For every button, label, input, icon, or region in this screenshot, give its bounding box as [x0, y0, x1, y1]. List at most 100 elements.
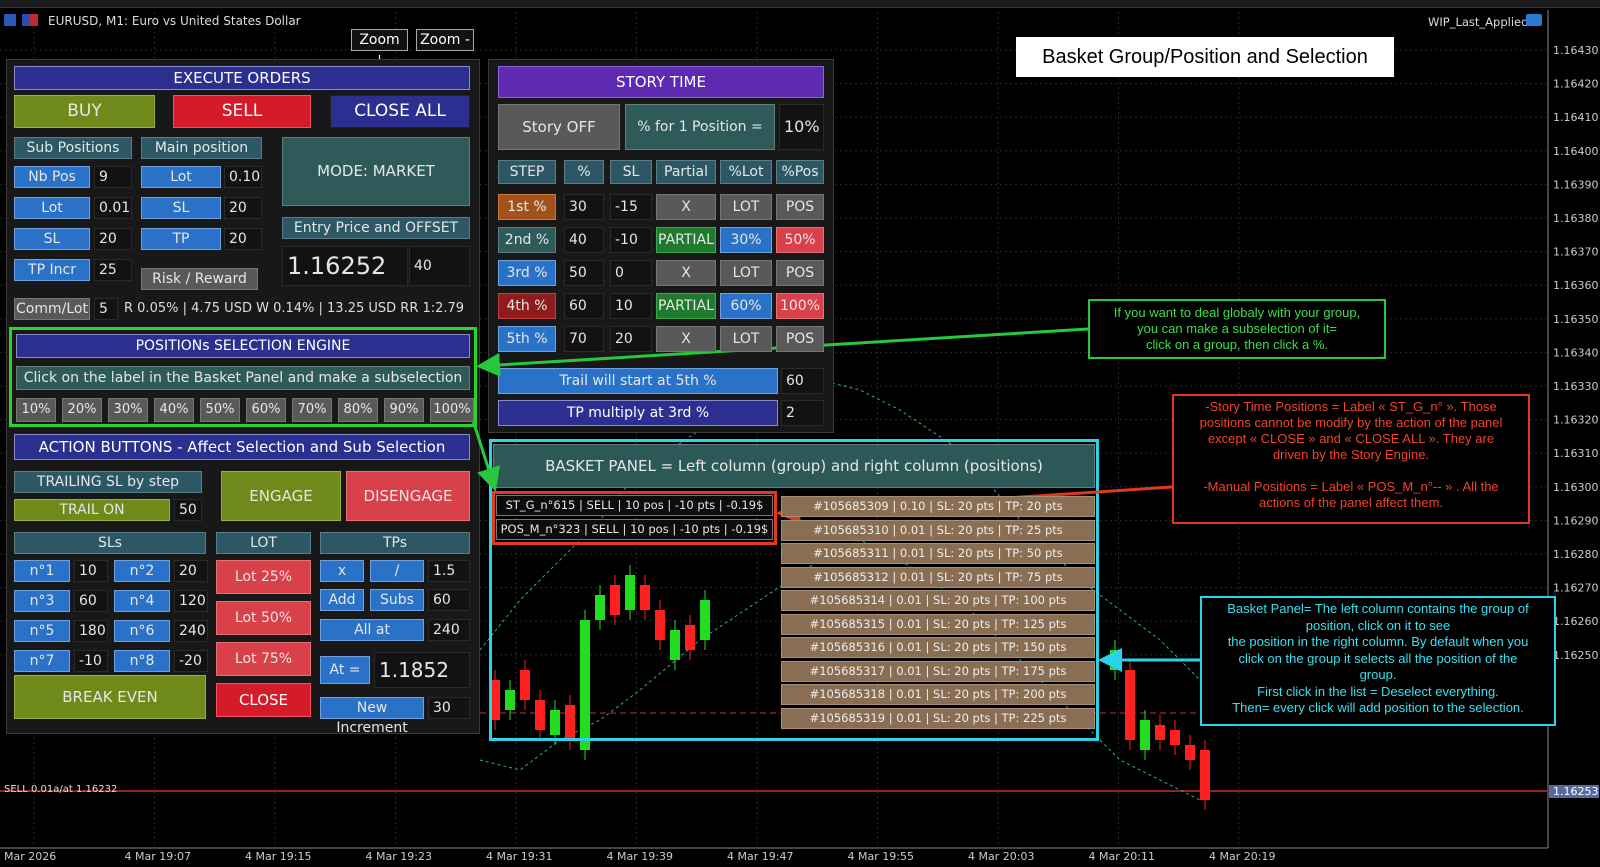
tp-step-input[interactable]: 60: [428, 589, 470, 611]
sl-preset-7[interactable]: n°7: [14, 650, 70, 672]
story-partial-4[interactable]: PARTIAL: [656, 293, 716, 319]
tp-all-at-button[interactable]: All at: [320, 619, 424, 641]
tp-all-at-input[interactable]: 240: [428, 619, 470, 641]
percent-button-100[interactable]: 100%: [430, 398, 474, 422]
sl-preset-6[interactable]: n°6: [114, 620, 170, 642]
sub-sl-input[interactable]: 20: [94, 228, 132, 250]
sl-preset-value-4[interactable]: 120: [174, 590, 208, 612]
story-step-5[interactable]: 5th %: [498, 326, 556, 352]
close-all-button[interactable]: CLOSE ALL: [330, 95, 470, 128]
tp-multiply-button[interactable]: x: [320, 560, 364, 582]
sl-preset-value-8[interactable]: -20: [174, 650, 208, 672]
story-sl-5[interactable]: 20: [610, 326, 652, 352]
sl-preset-8[interactable]: n°8: [114, 650, 170, 672]
story-lot-5[interactable]: LOT: [720, 326, 772, 352]
story-sl-2[interactable]: -10: [610, 227, 652, 253]
percent-button-60[interactable]: 60%: [246, 398, 286, 422]
basket-position-item[interactable]: #105685312 | 0.01 | SL: 20 pts | TP: 75 …: [781, 566, 1095, 588]
percent-button-40[interactable]: 40%: [154, 398, 194, 422]
nb-pos-input[interactable]: 9: [94, 166, 132, 188]
tp-incr-input[interactable]: 25: [94, 259, 132, 281]
tp-subs-button[interactable]: Subs: [370, 589, 424, 611]
tp-at-button[interactable]: At =: [320, 656, 370, 684]
story-pos-5[interactable]: POS: [776, 326, 824, 352]
zoom-in-button[interactable]: Zoom +: [351, 29, 408, 68]
basket-group-item[interactable]: POS_M_n°323 | SELL | 10 pos | -10 pts | …: [496, 519, 773, 540]
story-partial-5[interactable]: X: [656, 326, 716, 352]
percent-button-70[interactable]: 70%: [292, 398, 332, 422]
tp-multiply-label[interactable]: TP multiply at 3rd %: [498, 400, 778, 426]
basket-position-item[interactable]: #105685317 | 0.01 | SL: 20 pts | TP: 175…: [781, 660, 1095, 682]
sub-lot-input[interactable]: 0.01: [94, 197, 132, 219]
basket-position-item[interactable]: #105685315 | 0.01 | SL: 20 pts | TP: 125…: [781, 613, 1095, 635]
story-sl-3[interactable]: 0: [610, 260, 652, 286]
basket-position-item[interactable]: #105685314 | 0.01 | SL: 20 pts | TP: 100…: [781, 590, 1095, 611]
story-partial-1[interactable]: X: [656, 194, 716, 220]
offset-input[interactable]: 40: [409, 246, 470, 286]
story-sl-4[interactable]: 10: [610, 293, 652, 319]
sl-preset-2[interactable]: n°2: [114, 560, 170, 582]
tp-at-price-input[interactable]: 1.1852: [374, 652, 470, 688]
mode-display[interactable]: MODE: MARKET: [282, 137, 470, 206]
sl-preset-value-2[interactable]: 20: [174, 560, 208, 582]
basket-position-item[interactable]: #105685311 | 0.01 | SL: 20 pts | TP: 50 …: [781, 543, 1095, 564]
tp-multiply-input[interactable]: 2: [781, 400, 824, 426]
risk-reward-button[interactable]: Risk / Reward: [141, 268, 258, 290]
story-partial-3[interactable]: X: [656, 260, 716, 286]
entry-price-input[interactable]: 1.16252: [282, 246, 408, 286]
story-pct-4[interactable]: 60: [564, 293, 604, 319]
percent-button-80[interactable]: 80%: [338, 398, 378, 422]
sl-preset-value-7[interactable]: -10: [74, 650, 108, 672]
story-pct-5[interactable]: 70: [564, 326, 604, 352]
sl-preset-3[interactable]: n°3: [14, 590, 70, 612]
sl-preset-4[interactable]: n°4: [114, 590, 170, 612]
basket-position-item[interactable]: #105685316 | 0.01 | SL: 20 pts | TP: 150…: [781, 637, 1095, 658]
disengage-button[interactable]: DISENGAGE: [346, 471, 470, 521]
story-off-button[interactable]: Story OFF: [498, 104, 620, 150]
story-lot-1[interactable]: LOT: [720, 194, 772, 220]
story-step-2[interactable]: 2nd %: [498, 227, 556, 253]
pct-per-position-input[interactable]: 10%: [779, 104, 824, 150]
sl-preset-1[interactable]: n°1: [14, 560, 70, 582]
break-even-button[interactable]: BREAK EVEN: [14, 675, 206, 719]
story-sl-1[interactable]: -15: [610, 194, 652, 220]
percent-button-30[interactable]: 30%: [108, 398, 148, 422]
story-partial-2[interactable]: PARTIAL: [656, 227, 716, 253]
trail-step-input[interactable]: 50: [174, 499, 202, 521]
story-pct-1[interactable]: 30: [564, 194, 604, 220]
story-pos-1[interactable]: POS: [776, 194, 824, 220]
story-step-3[interactable]: 3rd %: [498, 260, 556, 286]
buy-button[interactable]: BUY: [14, 95, 155, 128]
main-lot-input[interactable]: 0.10: [224, 166, 262, 188]
basket-position-item[interactable]: #105685310 | 0.01 | SL: 20 pts | TP: 25 …: [781, 519, 1095, 541]
percent-button-90[interactable]: 90%: [384, 398, 424, 422]
tp-factor-input[interactable]: 1.5: [428, 560, 470, 582]
lot-50-button[interactable]: Lot 50%: [216, 601, 311, 635]
story-lot-3[interactable]: LOT: [720, 260, 772, 286]
lot-75-button[interactable]: Lot 75%: [216, 642, 311, 676]
story-step-1[interactable]: 1st %: [498, 194, 556, 220]
basket-group-item[interactable]: ST_G_n°615 | SELL | 10 pos | -10 pts | -…: [496, 495, 773, 516]
percent-button-50[interactable]: 50%: [200, 398, 240, 422]
trail-on-button[interactable]: TRAIL ON: [14, 499, 170, 521]
tp-add-button[interactable]: Add: [320, 589, 364, 611]
trail-start-input[interactable]: 60: [781, 368, 824, 394]
percent-button-10[interactable]: 10%: [16, 398, 56, 422]
story-pos-2[interactable]: 50%: [776, 227, 824, 253]
trail-start-label[interactable]: Trail will start at 5th %: [498, 368, 778, 394]
sell-button[interactable]: SELL: [173, 95, 311, 128]
story-pct-3[interactable]: 50: [564, 260, 604, 286]
new-increment-input[interactable]: 30: [428, 697, 470, 719]
sl-preset-value-3[interactable]: 60: [74, 590, 108, 612]
basket-position-item[interactable]: #105685319 | 0.01 | SL: 20 pts | TP: 225…: [781, 707, 1095, 729]
main-sl-input[interactable]: 20: [224, 197, 262, 219]
lot-25-button[interactable]: Lot 25%: [216, 560, 311, 594]
story-step-4[interactable]: 4th %: [498, 293, 556, 319]
sl-preset-value-5[interactable]: 180: [74, 620, 108, 642]
chart-menu-icon[interactable]: [4, 14, 16, 26]
engage-button[interactable]: ENGAGE: [221, 471, 341, 521]
main-tp-input[interactable]: 20: [224, 228, 262, 250]
basket-position-item[interactable]: #105685309 | 0.10 | SL: 20 pts | TP: 20 …: [781, 496, 1095, 517]
comm-lot-input[interactable]: 5: [94, 298, 118, 320]
zoom-out-button[interactable]: Zoom -: [416, 29, 474, 51]
